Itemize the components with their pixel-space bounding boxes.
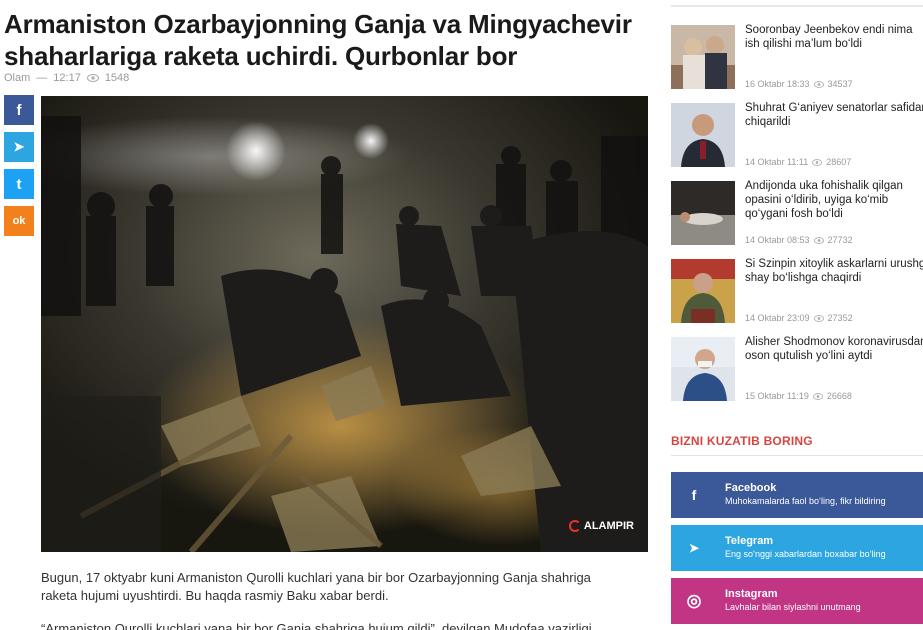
instagram-icon: ◎ (686, 591, 702, 610)
share-telegram-button[interactable]: ➤ (4, 132, 34, 162)
news-title[interactable]: Alisher Shodmonov koronavirusdan oson qu… (745, 335, 923, 363)
eye-icon (813, 314, 824, 322)
news-thumbnail (671, 259, 735, 323)
odnoklassniki-icon: ok (12, 215, 26, 227)
sidebar-news-item[interactable]: Alisher Shodmonov koronavirusdan oson qu… (671, 335, 923, 403)
follow-us-heading: BIZNI KUZATIB BORING (671, 434, 813, 448)
article-photo: ALAMPIR (41, 96, 648, 552)
news-title[interactable]: Shuhrat G‘aniyev senatorlar safidan chiq… (745, 101, 923, 129)
sidebar-divider (671, 5, 923, 7)
sidebar-news-item[interactable]: Si Szinpin xitoylik askarlarni urushga s… (671, 257, 923, 325)
telegram-icon: ➤ (688, 541, 700, 555)
news-meta: 16 Oktabr 18:33 34537 (745, 79, 853, 89)
news-title[interactable]: Andijonda uka fohishalik qilgan opasini … (745, 179, 923, 221)
news-title[interactable]: Sooronbay Jeenbekov endi nima ish qilish… (745, 23, 923, 51)
share-facebook-button[interactable]: f (4, 95, 34, 125)
sidebar-news-item[interactable]: Sooronbay Jeenbekov endi nima ish qilish… (671, 23, 923, 91)
news-thumbnail (671, 103, 735, 167)
social-name: Telegram (725, 535, 774, 547)
share-bar: f ➤ t ok (4, 95, 34, 236)
share-twitter-button[interactable]: t (4, 169, 34, 199)
article-views: 1548 (104, 72, 130, 84)
headline-line-1: Armaniston Ozarbayjonning Ganja va Mingy… (4, 9, 632, 39)
twitter-icon: t (16, 175, 22, 193)
news-meta: 14 Oktabr 11:11 28607 (745, 157, 852, 167)
social-name: Facebook (725, 482, 777, 494)
telegram-icon: ➤ (13, 139, 25, 154)
sidebar-news-item[interactable]: Shuhrat G‘aniyev senatorlar safidan chiq… (671, 101, 923, 169)
headline-line-2: shaharlariga raketa uchirdi. Qurbonlar b… (4, 41, 518, 71)
follow-divider (671, 455, 923, 456)
eye-icon (812, 158, 823, 166)
sidebar-news-item[interactable]: Andijonda uka fohishalik qilgan opasini … (671, 179, 923, 247)
eye-icon (86, 74, 99, 82)
news-thumbnail (671, 337, 735, 401)
article-headline: Armaniston Ozarbayjonning Ganja va Mingy… (4, 8, 644, 72)
share-odnoklassniki-button[interactable]: ok (4, 206, 34, 236)
news-thumbnail (671, 181, 735, 245)
eye-icon (812, 392, 823, 400)
follow-instagram-button[interactable]: ◎ Instagram Lavhalar bilan siylashni unu… (671, 578, 923, 624)
social-description: Muhokamalarda faol bo‘ling, fikr bildiri… (725, 496, 886, 506)
meta-separator: — (36, 72, 48, 84)
news-meta: 15 Oktabr 11:19 26668 (745, 391, 852, 401)
rescue-scene-image (41, 96, 648, 552)
social-description: Eng so‘nggi xabarlardan boxabar bo‘ling (725, 549, 886, 559)
article-paragraph-2: “Armaniston Qurolli kuchlari yana bir bo… (41, 621, 592, 630)
news-thumbnail (671, 25, 735, 89)
eye-icon (813, 236, 824, 244)
article-time: 12:17 (53, 72, 81, 84)
follow-facebook-button[interactable]: f Facebook Muhokamalarda faol bo‘ling, f… (671, 472, 923, 518)
facebook-icon: f (691, 487, 697, 503)
article-paragraph-1: Bugun, 17 oktyabr kuni Armaniston Quroll… (41, 570, 591, 603)
news-title[interactable]: Si Szinpin xitoylik askarlarni urushga s… (745, 257, 923, 285)
social-description: Lavhalar bilan siylashni unutmang (725, 602, 861, 612)
photo-watermark: ALAMPIR (568, 520, 634, 532)
eye-icon (813, 80, 824, 88)
social-name: Instagram (725, 588, 778, 600)
alampir-logo-icon (568, 520, 581, 532)
article-category[interactable]: Olam (4, 72, 30, 84)
article-meta: Olam — 12:17 1548 (4, 72, 129, 84)
facebook-icon: f (16, 101, 22, 119)
follow-telegram-button[interactable]: ➤ Telegram Eng so‘nggi xabarlardan boxab… (671, 525, 923, 571)
news-meta: 14 Oktabr 23:09 27352 (745, 313, 853, 323)
news-meta: 14 Oktabr 08:53 27732 (745, 235, 853, 245)
